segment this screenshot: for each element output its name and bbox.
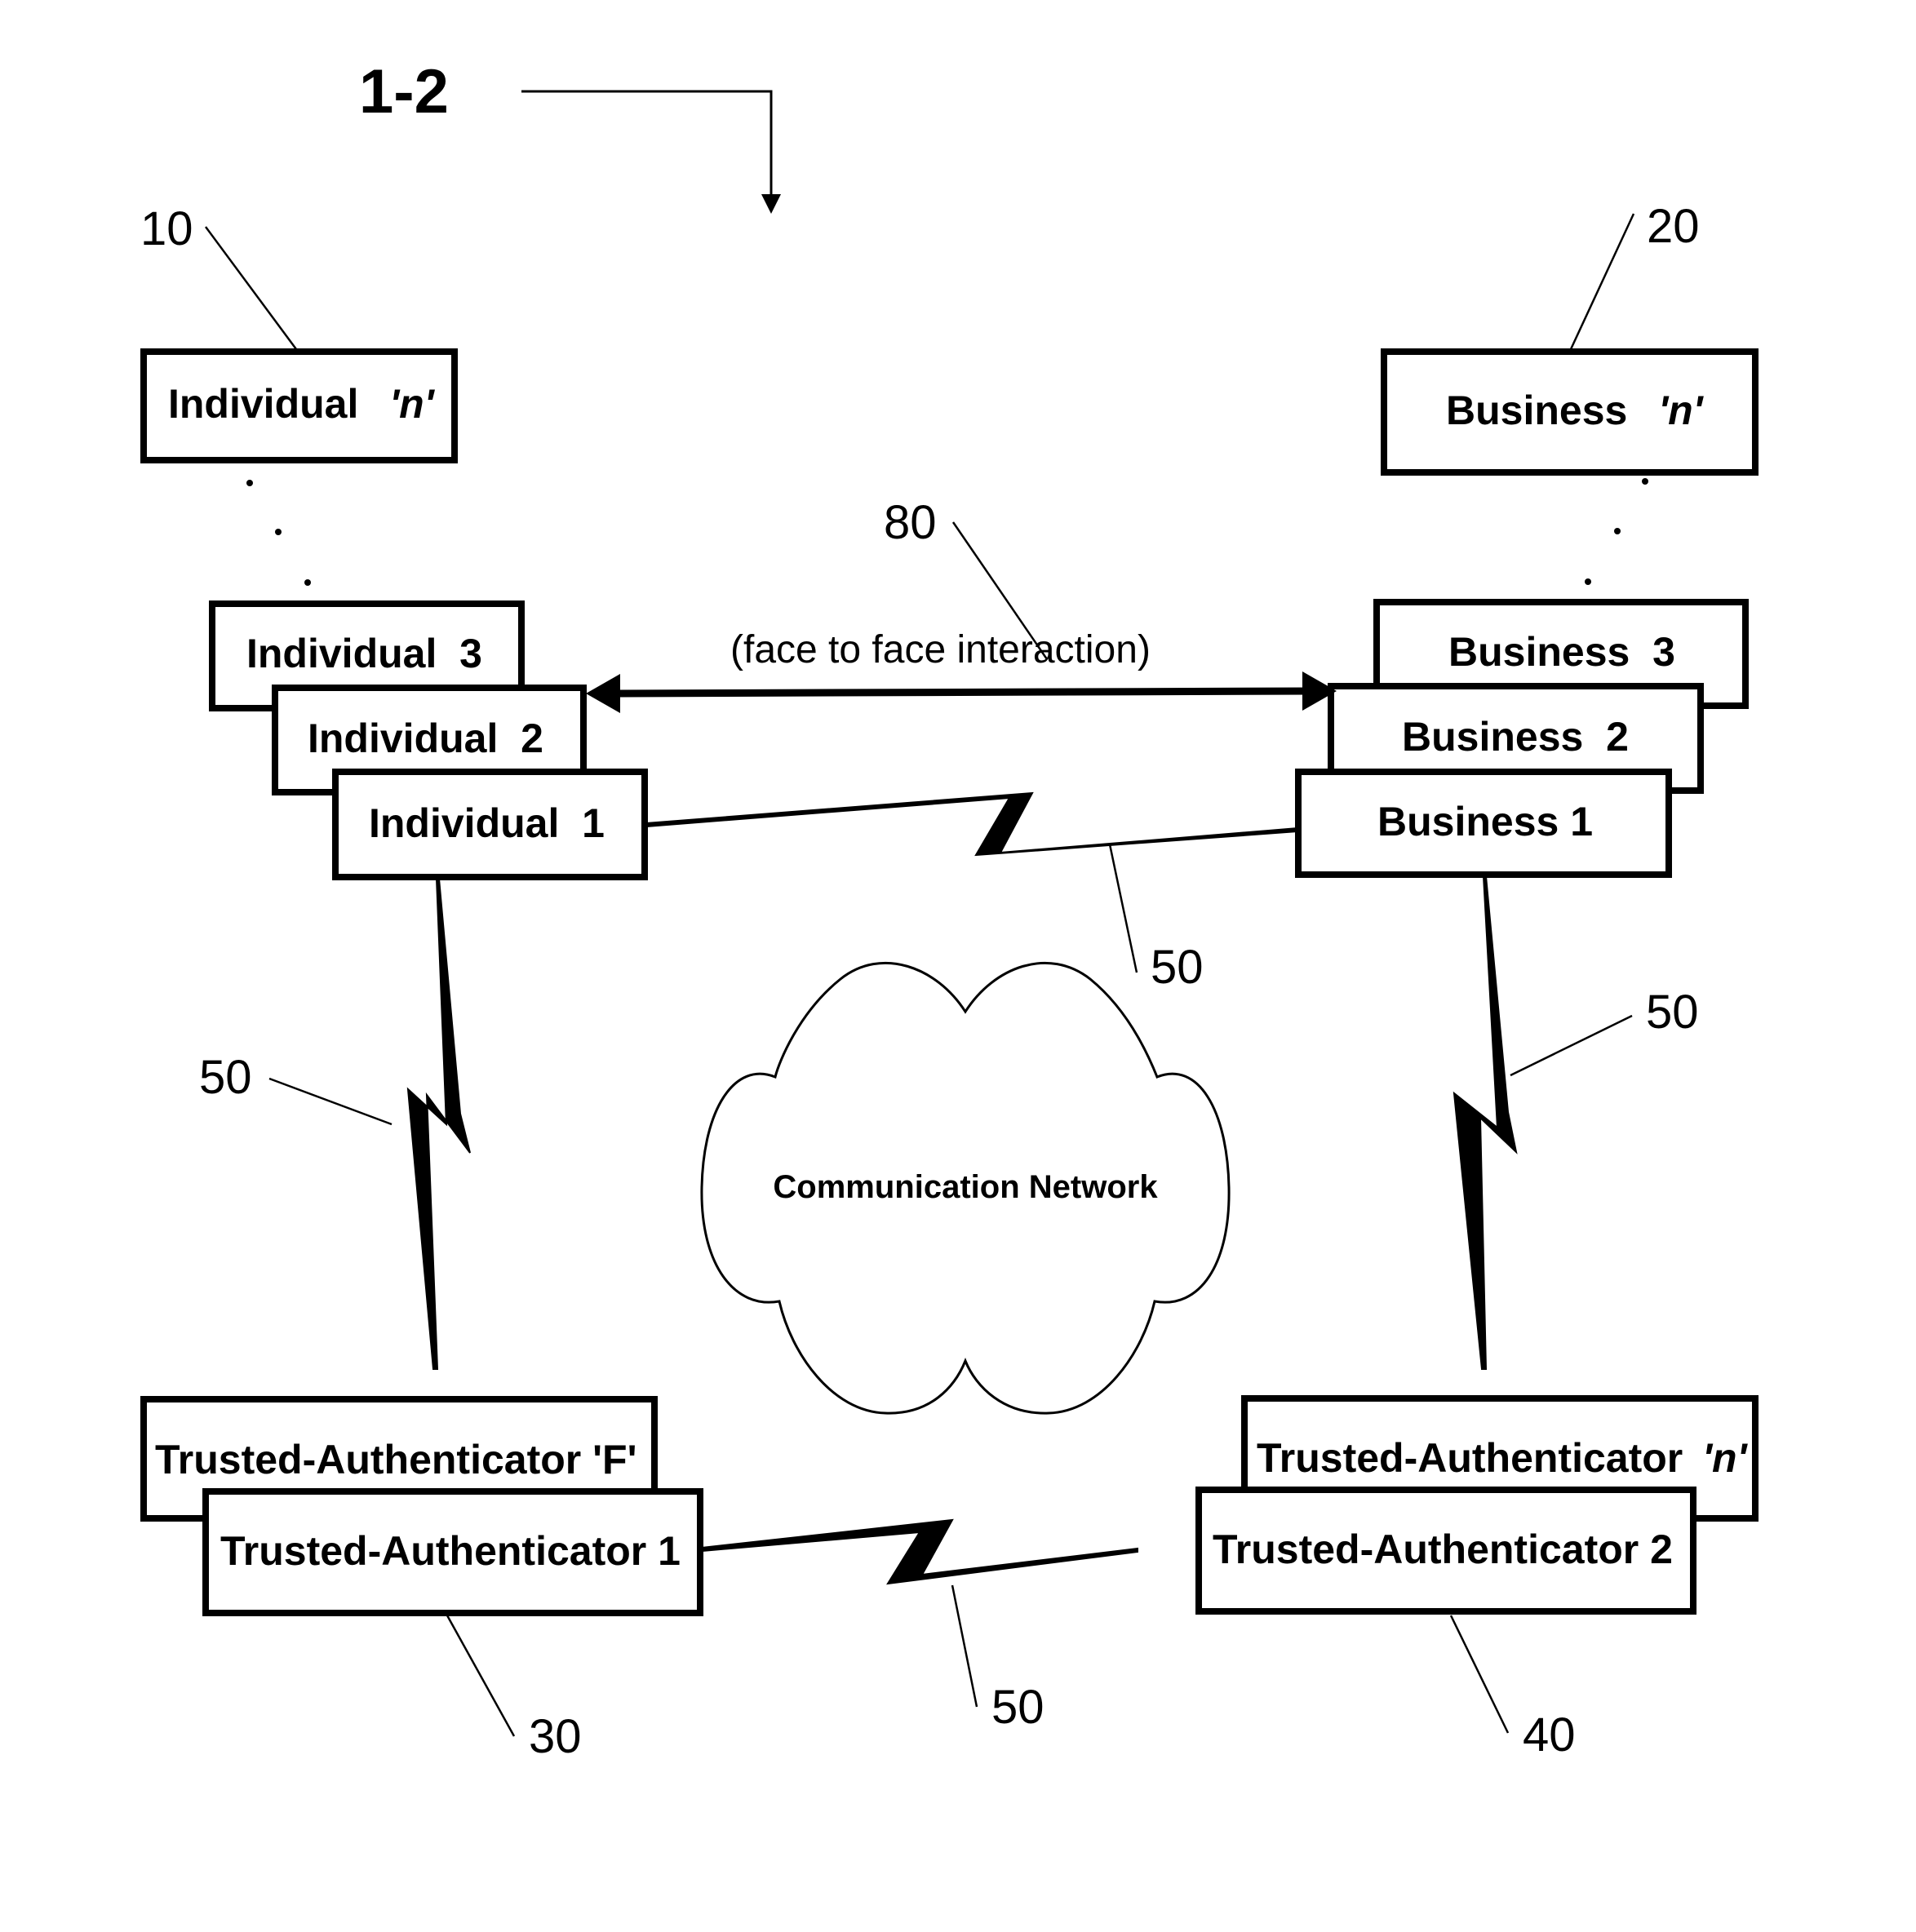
leader-businesses: [1569, 213, 1635, 350]
ref-link-right: 50: [1646, 986, 1699, 1039]
svg-text:Individual 'n': Individual 'n': [168, 381, 436, 427]
individual-n-box[interactable]: Individual 'n': [140, 348, 458, 463]
system-diagram: 1-2 10 Individual 'n' Individual 3 Indiv…: [140, 57, 1759, 1763]
authenticator-n-label: Trusted-Authenticator: [1257, 1435, 1683, 1481]
individual-2-label: Individual 2: [308, 716, 543, 761]
face-to-face-arrow: [586, 671, 1337, 713]
individual-1-label: Individual 1: [369, 800, 605, 846]
link-business1-authenticator2: [1453, 875, 1518, 1370]
ellipsis-individuals: [246, 480, 311, 586]
communication-network-label: Communication Network: [773, 1169, 1158, 1205]
ref-businesses: 20: [1647, 200, 1700, 253]
individual-3-label: Individual 3: [246, 631, 482, 676]
business-1-label: Business 1: [1377, 799, 1593, 844]
authenticator-1-label: Trusted-Authenticator 1: [220, 1528, 681, 1574]
ref-authenticators-right: 40: [1523, 1708, 1576, 1761]
communication-network-cloud: Communication Network: [700, 961, 1231, 1415]
business-n-box[interactable]: Business 'n': [1381, 348, 1759, 476]
leader-link-bottom: [951, 1584, 978, 1708]
authenticator-2-label: Trusted-Authenticator 2: [1213, 1527, 1673, 1572]
leader-individuals: [204, 226, 298, 350]
leader-link-top: [1108, 844, 1138, 973]
leader-link-left: [268, 1077, 393, 1126]
svg-text:Trusted-Authenticator 'n: Trusted-Authenticator 'n': [1257, 1435, 1749, 1481]
link-authenticator1-authenticator2: [701, 1518, 1138, 1585]
individual-1-box[interactable]: Individual 1: [332, 769, 648, 880]
business-3-label: Business 3: [1448, 629, 1675, 675]
business-2-label: Business 2: [1402, 714, 1629, 760]
figure-pointer-arrow: [521, 90, 781, 214]
individual-n-label: Individual: [168, 381, 358, 427]
face-to-face-caption: (face to face interaction): [730, 628, 1151, 671]
ref-link-bottom: 50: [991, 1681, 1044, 1734]
business-n-label: Business: [1446, 388, 1627, 433]
leader-authenticators-left: [446, 1615, 516, 1737]
individual-n-suffix: 'n': [389, 381, 435, 427]
svg-text:Business 'n': Business 'n': [1446, 388, 1705, 433]
ref-authenticators-left: 30: [529, 1710, 582, 1763]
ref-individuals: 10: [140, 202, 193, 255]
ref-face-to-face: 80: [884, 496, 937, 549]
authenticator-f-label: Trusted-Authenticator 'F': [155, 1437, 636, 1482]
leader-authenticators-right: [1449, 1615, 1510, 1734]
ellipsis-businesses: [1585, 478, 1648, 585]
authenticator-2-box[interactable]: Trusted-Authenticator 2: [1195, 1487, 1696, 1615]
ref-link-top: 50: [1151, 941, 1204, 994]
ref-link-left: 50: [199, 1051, 252, 1104]
authenticator-n-suffix: 'n': [1702, 1435, 1748, 1481]
link-individual1-authenticator1: [406, 878, 471, 1370]
authenticator-1-box[interactable]: Trusted-Authenticator 1: [202, 1488, 703, 1616]
business-n-suffix: 'n': [1658, 388, 1704, 433]
business-1-box[interactable]: Business 1: [1295, 769, 1672, 878]
figure-label: 1-2: [359, 57, 449, 126]
link-individual1-business1: [645, 791, 1299, 857]
leader-link-right: [1510, 1014, 1633, 1077]
